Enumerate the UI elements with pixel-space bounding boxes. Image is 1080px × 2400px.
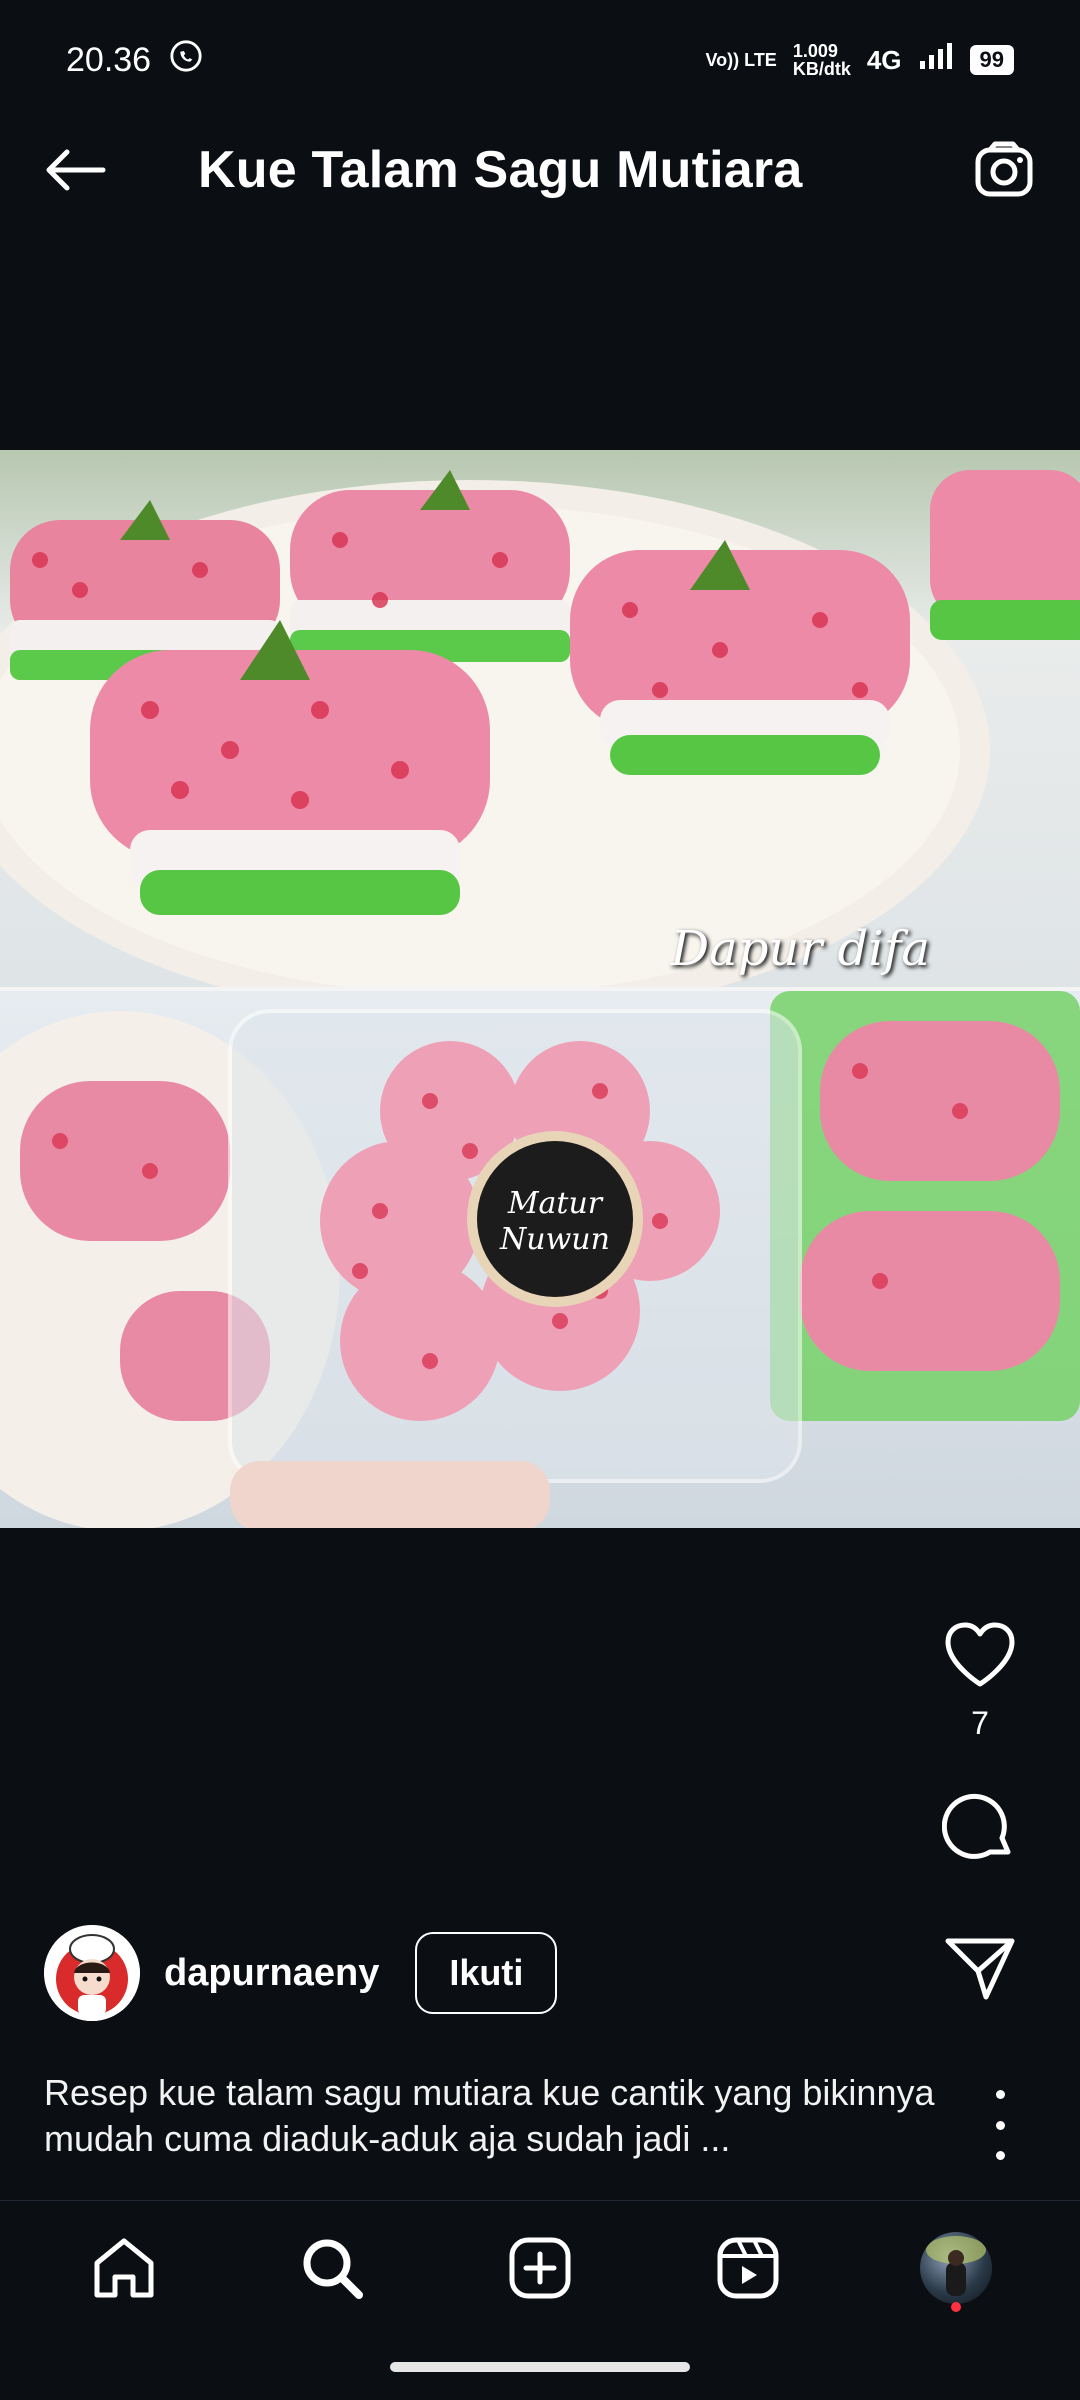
author-avatar[interactable] xyxy=(44,1925,140,2021)
chef-avatar-icon xyxy=(44,1925,140,2021)
profile-avatar xyxy=(920,2232,992,2304)
watermark-text: Dapur difa xyxy=(670,921,930,977)
post-actions: 7 xyxy=(920,1620,1040,2006)
nav-home[interactable] xyxy=(74,2218,174,2318)
svg-text:Matur: Matur xyxy=(507,1186,604,1221)
whatsapp-icon xyxy=(169,39,203,82)
page-title: Kue Talam Sagu Mutiara xyxy=(198,141,803,199)
photo-packaged-cake: Matur Nuwun xyxy=(0,991,1080,1528)
author-username[interactable]: dapurnaeny xyxy=(164,1952,379,1995)
more-vertical-icon xyxy=(995,2090,1005,2160)
home-icon xyxy=(94,2238,154,2298)
network-type: 4G xyxy=(866,44,902,75)
battery-indicator: 99 xyxy=(969,45,1014,75)
share-button[interactable] xyxy=(944,1935,1016,2006)
bottom-navigation xyxy=(0,2200,1080,2335)
svg-text:Nuwun: Nuwun xyxy=(499,1222,610,1257)
status-right: Vo)) LTE 1.009 KB/dtk 4G 99 xyxy=(705,41,1014,79)
status-bar: 20.36 Vo)) LTE 1.009 KB/dtk 4G 99 xyxy=(0,0,1080,120)
post-image[interactable]: Dapur difa Matur Nuwun xyxy=(0,450,1080,1530)
reels-icon xyxy=(717,2237,779,2299)
send-icon xyxy=(945,1938,1015,2000)
comment-button[interactable] xyxy=(941,1790,1018,1871)
heart-icon xyxy=(945,1622,1015,1687)
system-home-indicator[interactable] xyxy=(390,2362,690,2372)
camera-button[interactable] xyxy=(970,135,1040,205)
network-speed: 1.009 KB/dtk xyxy=(792,41,851,79)
like-count: 7 xyxy=(971,1705,989,1741)
more-options-button[interactable] xyxy=(980,2090,1020,2160)
back-button[interactable] xyxy=(40,135,110,205)
notification-dot xyxy=(951,2302,961,2312)
search-icon xyxy=(303,2239,363,2299)
post-caption[interactable]: Resep kue talam sagu mutiara kue cantik … xyxy=(44,2070,944,2162)
camera-icon xyxy=(975,141,1033,197)
like-button[interactable] xyxy=(942,1620,1018,1695)
photo-plate-cakes: Dapur difa xyxy=(0,450,1080,987)
post-author-row: dapurnaeny Ikuti xyxy=(44,1925,558,2021)
arrow-left-icon xyxy=(46,149,106,191)
status-left: 20.36 xyxy=(66,39,203,82)
follow-button[interactable]: Ikuti xyxy=(415,1932,558,2014)
nav-profile[interactable] xyxy=(906,2218,1006,2318)
comment-icon xyxy=(941,1793,1011,1859)
signal-icon xyxy=(918,42,954,78)
plus-square-icon xyxy=(509,2237,571,2299)
volte-indicator: Vo)) LTE xyxy=(705,50,777,70)
top-app-bar: Kue Talam Sagu Mutiara xyxy=(0,120,1080,220)
nav-search[interactable] xyxy=(282,2218,382,2318)
nav-create[interactable] xyxy=(490,2218,590,2318)
nav-reels[interactable] xyxy=(698,2218,798,2318)
status-time: 20.36 xyxy=(66,40,152,79)
